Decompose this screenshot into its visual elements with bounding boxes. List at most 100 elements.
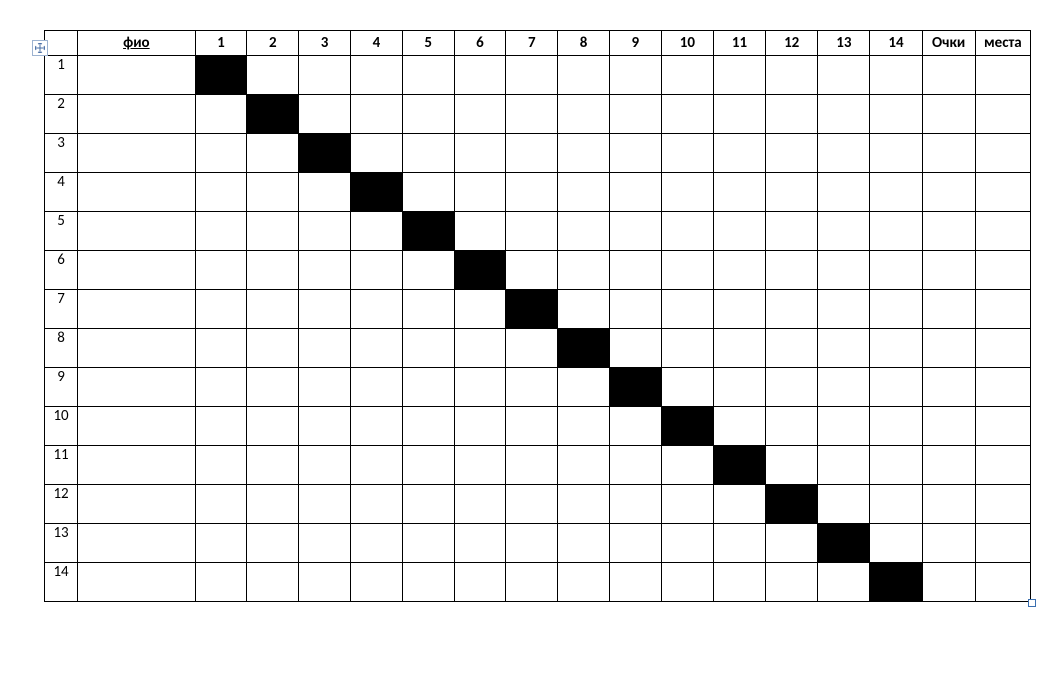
score-cell[interactable]: [609, 212, 661, 251]
score-cell[interactable]: [402, 485, 454, 524]
score-cell[interactable]: [661, 563, 713, 602]
score-cell[interactable]: [558, 485, 610, 524]
score-cell[interactable]: [506, 485, 558, 524]
score-cell[interactable]: [402, 368, 454, 407]
score-cell[interactable]: [661, 173, 713, 212]
score-cell[interactable]: [766, 56, 818, 95]
score-cell[interactable]: [350, 134, 402, 173]
place-cell[interactable]: [975, 563, 1030, 602]
score-cell[interactable]: [506, 95, 558, 134]
score-cell[interactable]: [454, 95, 506, 134]
score-cell[interactable]: [454, 290, 506, 329]
score-cell[interactable]: [609, 407, 661, 446]
score-cell[interactable]: [506, 563, 558, 602]
points-cell[interactable]: [922, 173, 975, 212]
score-cell[interactable]: [454, 56, 506, 95]
score-cell[interactable]: [818, 368, 870, 407]
score-cell[interactable]: [402, 524, 454, 563]
score-cell[interactable]: [609, 290, 661, 329]
score-cell[interactable]: [713, 290, 765, 329]
score-cell[interactable]: [247, 251, 299, 290]
score-cell[interactable]: [870, 173, 922, 212]
score-cell[interactable]: [299, 329, 351, 368]
score-cell[interactable]: [247, 563, 299, 602]
score-cell[interactable]: [299, 368, 351, 407]
score-cell[interactable]: [402, 407, 454, 446]
points-cell[interactable]: [922, 56, 975, 95]
score-cell[interactable]: [818, 329, 870, 368]
score-cell[interactable]: [402, 251, 454, 290]
score-cell[interactable]: [402, 290, 454, 329]
score-cell[interactable]: [609, 446, 661, 485]
place-cell[interactable]: [975, 212, 1030, 251]
score-cell[interactable]: [766, 212, 818, 251]
name-cell[interactable]: [78, 329, 195, 368]
score-cell[interactable]: [766, 290, 818, 329]
score-cell[interactable]: [818, 251, 870, 290]
score-cell[interactable]: [713, 563, 765, 602]
score-cell[interactable]: [402, 56, 454, 95]
score-cell[interactable]: [558, 212, 610, 251]
score-cell[interactable]: [350, 368, 402, 407]
score-cell[interactable]: [402, 173, 454, 212]
score-cell[interactable]: [870, 446, 922, 485]
score-cell[interactable]: [247, 446, 299, 485]
score-cell[interactable]: [818, 134, 870, 173]
score-cell[interactable]: [195, 485, 247, 524]
score-cell[interactable]: [870, 251, 922, 290]
score-cell[interactable]: [454, 368, 506, 407]
name-cell[interactable]: [78, 173, 195, 212]
score-cell[interactable]: [713, 56, 765, 95]
points-cell[interactable]: [922, 329, 975, 368]
name-cell[interactable]: [78, 485, 195, 524]
place-cell[interactable]: [975, 524, 1030, 563]
score-cell[interactable]: [454, 212, 506, 251]
score-cell[interactable]: [402, 134, 454, 173]
score-cell[interactable]: [609, 56, 661, 95]
score-cell[interactable]: [870, 56, 922, 95]
score-cell[interactable]: [247, 329, 299, 368]
score-cell[interactable]: [818, 290, 870, 329]
place-cell[interactable]: [975, 290, 1030, 329]
score-cell[interactable]: [661, 251, 713, 290]
score-cell[interactable]: [506, 134, 558, 173]
score-cell[interactable]: [870, 524, 922, 563]
name-cell[interactable]: [78, 95, 195, 134]
score-cell[interactable]: [195, 173, 247, 212]
points-cell[interactable]: [922, 563, 975, 602]
score-cell[interactable]: [609, 95, 661, 134]
score-cell[interactable]: [661, 95, 713, 134]
score-cell[interactable]: [558, 56, 610, 95]
score-cell[interactable]: [299, 56, 351, 95]
place-cell[interactable]: [975, 173, 1030, 212]
score-cell[interactable]: [454, 563, 506, 602]
score-cell[interactable]: [661, 446, 713, 485]
score-cell[interactable]: [299, 212, 351, 251]
score-cell[interactable]: [818, 56, 870, 95]
score-cell[interactable]: [402, 446, 454, 485]
score-cell[interactable]: [350, 407, 402, 446]
score-cell[interactable]: [661, 329, 713, 368]
score-cell[interactable]: [299, 251, 351, 290]
score-cell[interactable]: [609, 563, 661, 602]
score-cell[interactable]: [818, 95, 870, 134]
score-cell[interactable]: [766, 446, 818, 485]
score-cell[interactable]: [870, 134, 922, 173]
score-cell[interactable]: [661, 134, 713, 173]
score-cell[interactable]: [350, 95, 402, 134]
place-cell[interactable]: [975, 446, 1030, 485]
score-cell[interactable]: [506, 407, 558, 446]
score-cell[interactable]: [247, 290, 299, 329]
points-cell[interactable]: [922, 485, 975, 524]
score-cell[interactable]: [350, 251, 402, 290]
name-cell[interactable]: [78, 134, 195, 173]
score-cell[interactable]: [558, 290, 610, 329]
score-cell[interactable]: [818, 446, 870, 485]
score-cell[interactable]: [195, 95, 247, 134]
score-cell[interactable]: [195, 290, 247, 329]
score-cell[interactable]: [195, 134, 247, 173]
points-cell[interactable]: [922, 368, 975, 407]
place-cell[interactable]: [975, 251, 1030, 290]
score-cell[interactable]: [609, 134, 661, 173]
place-cell[interactable]: [975, 95, 1030, 134]
